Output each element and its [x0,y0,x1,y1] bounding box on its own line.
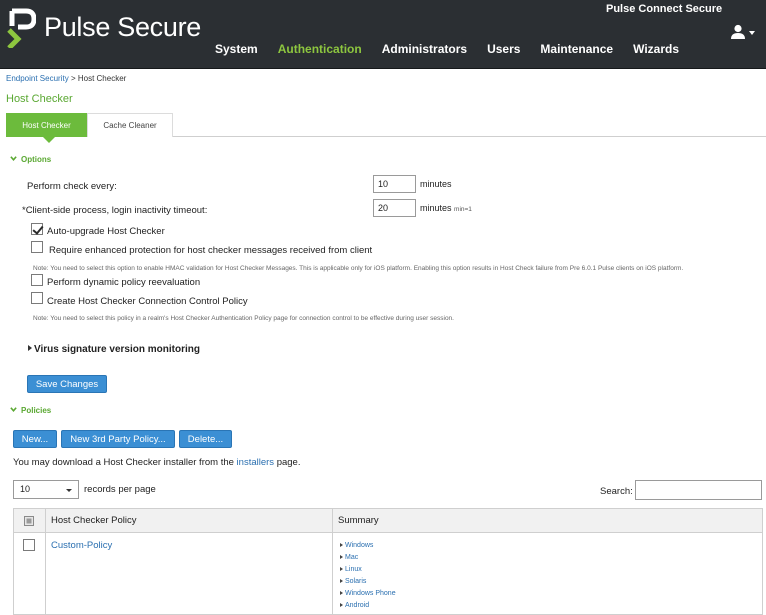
caret-right-icon [340,543,343,547]
tab-host-checker[interactable]: Host Checker [6,113,87,143]
summary-item-label: Mac [345,554,359,561]
options-header: Options [21,155,52,164]
timeout-input[interactable] [373,199,416,217]
column-header-policy[interactable]: Host Checker Policy [45,509,332,533]
nav-users[interactable]: Users [487,42,520,58]
nav-maintenance[interactable]: Maintenance [540,42,613,58]
summary-item-label: Linux [345,566,362,573]
tab-bar: Host Checker Cache Cleaner [6,113,766,143]
caret-right-icon [340,555,343,559]
policy-summary-list: Windows Mac Linux Solaris Windows Phone … [340,540,396,612]
policies-header: Policies [21,406,52,415]
column-divider [45,509,46,615]
search-label: Search: [600,486,633,497]
summary-item-solaris[interactable]: Solaris [340,576,396,588]
new-3rd-party-policy-button[interactable]: New 3rd Party Policy... [61,430,175,448]
page-title: Host Checker [6,93,73,105]
connection-control-note: Note: You need to select this policy in … [33,315,454,322]
chevron-down-icon [10,407,17,413]
records-per-page-select[interactable]: 10 [13,480,79,499]
policy-link-custom-policy[interactable]: Custom-Policy [51,540,112,551]
options-section-toggle[interactable]: Options [10,155,51,164]
product-name: Pulse Connect Secure [606,3,723,15]
check-every-input[interactable] [373,175,416,193]
summary-item-label: Windows Phone [345,590,396,597]
delete-policy-button[interactable]: Delete... [179,430,232,448]
records-per-page-value: 10 [20,484,31,494]
nav-wizards[interactable]: Wizards [633,42,679,58]
summary-item-label: Windows [345,542,374,549]
auto-upgrade-checkbox[interactable] [31,223,43,235]
caret-right-icon [28,345,32,351]
connection-control-label: Create Host Checker Connection Control P… [47,296,248,307]
breadcrumb-endpoint-security[interactable]: Endpoint Security [6,74,69,83]
select-all-icon[interactable] [24,516,34,526]
summary-item-mac[interactable]: Mac [340,552,396,564]
user-icon [731,24,755,39]
user-menu-button[interactable] [730,24,758,40]
row-select-checkbox[interactable] [23,539,35,551]
breadcrumb-current: Host Checker [77,74,127,83]
nav-authentication[interactable]: Authentication [278,42,362,58]
summary-item-label: Solaris [345,578,367,585]
timeout-label: *Client-side process, login inactivity t… [22,205,208,216]
policies-section-toggle[interactable]: Policies [10,406,51,415]
pulse-logo-icon [7,8,36,48]
caret-right-icon [340,579,343,583]
pulse-secure-logo[interactable]: Pulse Secure [6,6,206,52]
enhanced-protection-checkbox[interactable] [31,241,43,253]
nav-system[interactable]: System [215,42,258,58]
tab-cache-cleaner[interactable]: Cache Cleaner [87,113,173,137]
summary-item-label: Android [345,602,370,609]
chevron-down-icon [66,489,72,492]
save-changes-button[interactable]: Save Changes [27,375,107,393]
check-every-unit: minutes [420,179,452,189]
summary-item-android[interactable]: Android [340,600,396,612]
dynamic-reevaluation-label: Perform dynamic policy reevaluation [47,277,201,288]
brand-name: Pulse Secure [44,12,201,42]
installer-info: You may download a Host Checker installe… [13,457,300,468]
header-select-cell [14,509,45,533]
caret-right-icon [340,567,343,571]
connection-control-checkbox[interactable] [31,292,43,304]
breadcrumb-separator: > [70,74,76,83]
breadcrumb: Endpoint Security > Host Checker [6,74,126,83]
summary-item-windows[interactable]: Windows [340,540,396,552]
timeout-unit: minutes [420,203,452,213]
installers-link[interactable]: installers [237,457,275,468]
dynamic-reevaluation-checkbox[interactable] [31,274,43,286]
caret-right-icon [340,603,343,607]
virus-signature-toggle[interactable]: Virus signature version monitoring [28,344,200,355]
policies-table: Host Checker Policy Summary Custom-Polic… [13,508,763,615]
column-header-summary[interactable]: Summary [332,509,762,533]
timeout-unit-wrap: minutes min=1 [420,203,472,213]
caret-right-icon [340,591,343,595]
column-divider [332,509,333,615]
virus-signature-label: Virus signature version monitoring [34,344,200,355]
nav-administrators[interactable]: Administrators [382,42,467,58]
summary-item-linux[interactable]: Linux [340,564,396,576]
new-policy-button[interactable]: New... [13,430,57,448]
enhanced-protection-note: Note: You need to select this option to … [33,265,684,272]
installer-info-prefix: You may download a Host Checker installe… [13,457,234,468]
auto-upgrade-label: Auto-upgrade Host Checker [47,226,165,237]
records-per-page-label: records per page [84,484,156,495]
chevron-down-icon [10,156,17,162]
search-input[interactable] [635,480,762,500]
main-nav: System Authentication Administrators Use… [205,42,699,58]
enhanced-protection-label: Require enhanced protection for host che… [49,245,373,256]
installer-info-suffix: page. [276,457,301,468]
timeout-hint: min=1 [454,206,472,213]
summary-item-windows-phone[interactable]: Windows Phone [340,588,396,600]
top-header: Pulse Secure Pulse Connect Secure System… [0,0,766,69]
check-every-label: Perform check every: [27,181,117,192]
